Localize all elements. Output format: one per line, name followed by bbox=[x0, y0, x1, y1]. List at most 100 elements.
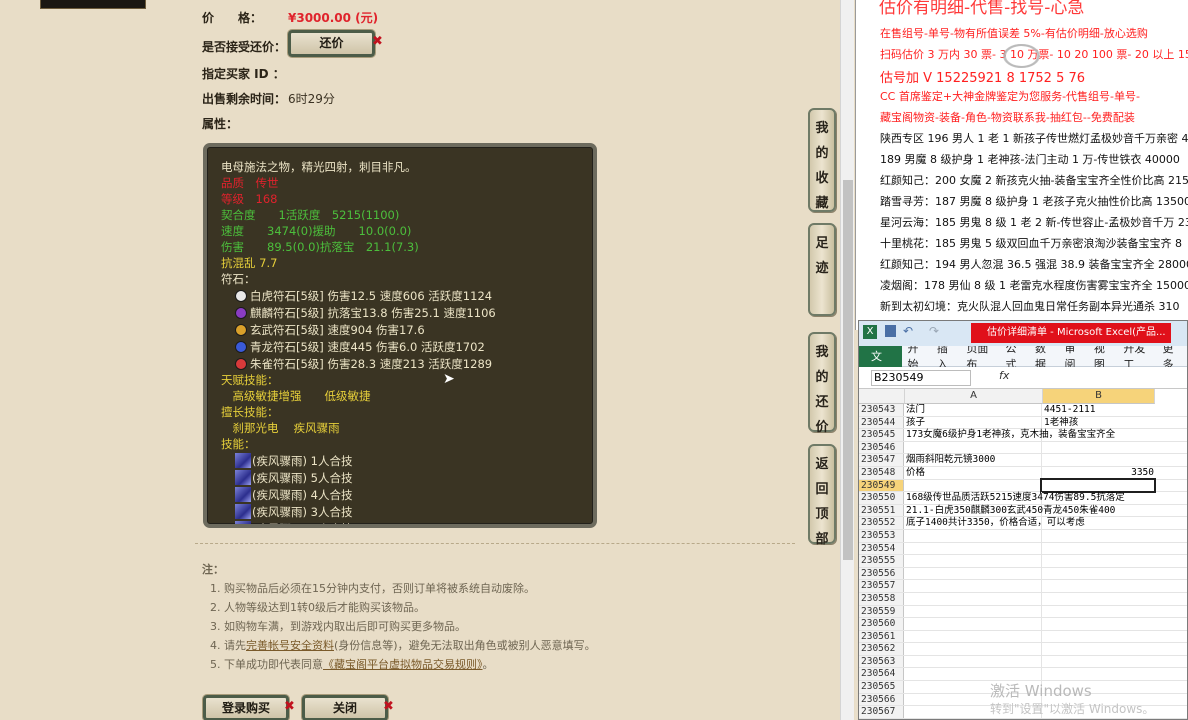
redo-icon[interactable]: ↷ bbox=[929, 324, 939, 338]
cell-a[interactable] bbox=[904, 618, 1042, 630]
trade-rules-link[interactable]: 《藏宝阁平台虚拟物品交易规则》 bbox=[323, 658, 483, 671]
row-header[interactable]: 230552 bbox=[859, 517, 904, 529]
cell-b[interactable] bbox=[1042, 568, 1154, 580]
row-header[interactable]: 230548 bbox=[859, 466, 904, 479]
row-header[interactable]: 230561 bbox=[859, 630, 904, 643]
cell-a[interactable] bbox=[904, 605, 1042, 618]
cell-a[interactable] bbox=[904, 529, 1042, 542]
cell-a[interactable] bbox=[904, 592, 1042, 605]
row-header[interactable]: 230563 bbox=[859, 655, 904, 668]
cell-a[interactable]: 底子1400共计3350，价格合适，可以考虑 bbox=[904, 517, 1085, 529]
undo-icon[interactable]: ↶ bbox=[903, 324, 913, 338]
row-header[interactable]: 230560 bbox=[859, 618, 904, 630]
cell-a[interactable]: 21.1-白虎350麒麟300玄武450青龙450朱雀400 bbox=[904, 504, 1115, 517]
login-buy-button[interactable]: 登录购买 bbox=[203, 695, 289, 720]
row-header[interactable]: 230551 bbox=[859, 504, 904, 517]
row-header[interactable]: 230546 bbox=[859, 441, 904, 454]
cell-b[interactable]: 1老神孩 bbox=[1042, 417, 1154, 429]
rune-icon bbox=[235, 289, 247, 302]
cell-b[interactable] bbox=[1040, 477, 1156, 494]
page-scrollbar[interactable] bbox=[840, 0, 854, 720]
cell-b[interactable] bbox=[1042, 517, 1154, 529]
cell-b[interactable]: 4451-2111 bbox=[1042, 404, 1154, 416]
cell-b[interactable] bbox=[1042, 454, 1154, 466]
cell-b[interactable] bbox=[1042, 492, 1154, 504]
cell-a[interactable] bbox=[904, 441, 1042, 454]
row-header[interactable]: 230559 bbox=[859, 605, 904, 618]
cell-b[interactable] bbox=[1042, 505, 1154, 517]
cell-b[interactable] bbox=[1042, 543, 1154, 555]
cell-b[interactable] bbox=[1042, 643, 1154, 655]
cell-a[interactable]: 价格 bbox=[904, 466, 1042, 479]
row-header[interactable]: 230554 bbox=[859, 542, 904, 555]
close-button[interactable]: 关闭 bbox=[302, 695, 388, 720]
cell-b[interactable] bbox=[1042, 668, 1154, 680]
name-box[interactable]: B230549 bbox=[871, 370, 971, 386]
row-header[interactable]: 230564 bbox=[859, 668, 904, 681]
column-header-a[interactable]: A bbox=[905, 389, 1043, 404]
row-header[interactable]: 230555 bbox=[859, 555, 904, 567]
cell-a[interactable]: 孩子 bbox=[904, 416, 1042, 429]
cell-a[interactable] bbox=[904, 542, 1042, 555]
cell-a[interactable]: 法门 bbox=[904, 404, 1042, 416]
talent-title: 天赋技能： bbox=[221, 373, 279, 387]
cell-a[interactable]: 烟雨斜阳乾元镜3000 bbox=[904, 454, 1042, 466]
cell-a[interactable] bbox=[904, 643, 1042, 655]
cell-b[interactable] bbox=[1042, 429, 1154, 441]
row-header[interactable]: 230558 bbox=[859, 592, 904, 605]
row-header[interactable]: 230544 bbox=[859, 416, 904, 429]
account-security-link[interactable]: 完善帐号安全资料 bbox=[246, 639, 334, 652]
scrollbar-thumb[interactable] bbox=[843, 180, 853, 560]
side-button[interactable]: 我的收藏 bbox=[808, 108, 836, 212]
cell-b[interactable] bbox=[1042, 631, 1154, 643]
cell-b[interactable] bbox=[1042, 656, 1154, 668]
row-header[interactable]: 230557 bbox=[859, 580, 904, 592]
cell-a[interactable]: 168级传世品质活跃5215速度3474伤害89.5抗落定 bbox=[904, 492, 1125, 504]
sheet-row: 230551 21.1-白虎350麒麟300玄武450青龙450朱雀400 bbox=[859, 504, 1187, 518]
side-button[interactable]: 我的还价 bbox=[808, 332, 836, 435]
remaining-time-value: 6时29分 bbox=[288, 92, 335, 106]
save-icon[interactable] bbox=[885, 325, 896, 337]
cell-a[interactable] bbox=[904, 479, 1042, 492]
cell-a[interactable] bbox=[904, 555, 1042, 567]
remaining-time-label: 出售剩余时间： bbox=[202, 92, 287, 106]
cell-a[interactable] bbox=[904, 567, 1042, 580]
cell-a[interactable] bbox=[904, 630, 1042, 643]
cell-b[interactable] bbox=[1042, 530, 1154, 542]
item-quality: 品质 传世 bbox=[221, 176, 279, 190]
cell-a[interactable] bbox=[904, 668, 1042, 681]
cell-b[interactable] bbox=[1042, 555, 1154, 567]
fx-icon[interactable]: fx bbox=[999, 369, 1009, 382]
row-header[interactable]: 230566 bbox=[859, 693, 904, 706]
column-header-b[interactable]: B bbox=[1043, 389, 1155, 404]
row-header[interactable]: 230545 bbox=[859, 429, 904, 441]
side-button[interactable]: 返回顶部 bbox=[808, 444, 836, 547]
row-header[interactable]: 230567 bbox=[859, 706, 904, 718]
cell-b[interactable]: 3350 bbox=[1042, 467, 1154, 479]
cell-b[interactable] bbox=[1042, 618, 1154, 630]
item-info-panel: 电母施法之物，精光四射，刺目非凡。 品质 传世 等级 168 契合度 1活跃度 … bbox=[203, 143, 597, 528]
item-description: 电母施法之物，精光四射，刺目非凡。 bbox=[221, 160, 417, 174]
counter-offer-button[interactable]: 还价 bbox=[288, 30, 375, 57]
cell-b[interactable] bbox=[1042, 606, 1154, 618]
cell-a[interactable]: 173女魔6级护身1老神孩，克木抽，装备宝宝齐全 bbox=[904, 429, 1115, 441]
price-value: ¥3000.00 (元) bbox=[288, 11, 379, 25]
cell-a[interactable] bbox=[904, 655, 1042, 668]
row-header[interactable]: 230543 bbox=[859, 404, 904, 416]
excel-logo-icon: X bbox=[863, 325, 877, 339]
side-button[interactable]: 足迹 bbox=[808, 223, 836, 316]
row-header[interactable]: 230565 bbox=[859, 681, 904, 693]
ribbon-tab[interactable]: 文件 bbox=[859, 345, 903, 384]
cell-b[interactable] bbox=[1042, 593, 1154, 605]
row-header[interactable]: 230549 bbox=[859, 479, 904, 492]
row-header[interactable]: 230562 bbox=[859, 643, 904, 655]
row-header[interactable]: 230547 bbox=[859, 454, 904, 466]
row-header[interactable]: 230553 bbox=[859, 529, 904, 542]
row-header[interactable]: 230556 bbox=[859, 567, 904, 580]
row-header[interactable]: 230550 bbox=[859, 492, 904, 504]
notes-section: 注： 1. 购买物品后必须在15分钟内支付，否则订单将被系统自动废除。 2. 人… bbox=[202, 560, 596, 674]
cell-a[interactable] bbox=[904, 580, 1042, 592]
cell-b[interactable] bbox=[1042, 442, 1154, 454]
select-all-corner[interactable] bbox=[859, 389, 905, 404]
cell-b[interactable] bbox=[1042, 580, 1154, 592]
